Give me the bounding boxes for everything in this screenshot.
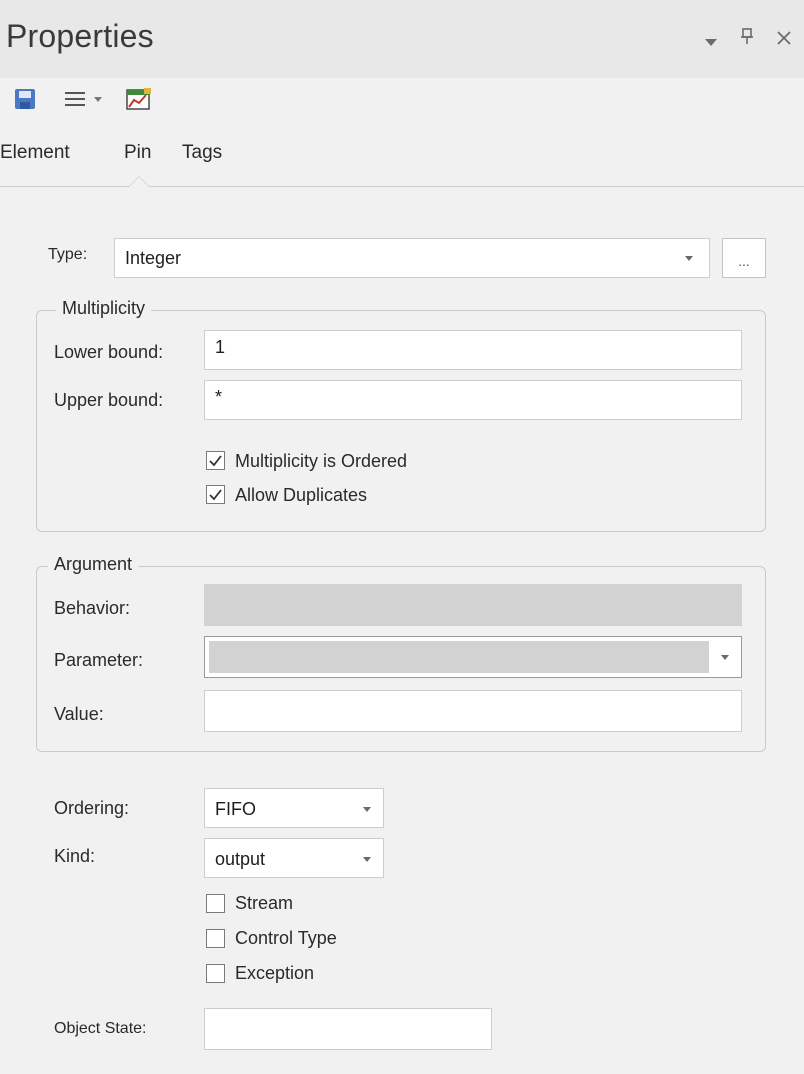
type-value: Integer	[125, 248, 182, 268]
kind-dropdown[interactable]: output	[204, 838, 384, 878]
close-icon	[777, 31, 791, 45]
chevron-down-icon	[94, 97, 102, 102]
type-dropdown[interactable]: Integer	[114, 238, 710, 278]
kind-label: Kind:	[54, 846, 96, 866]
pin-icon	[741, 28, 753, 44]
multiplicity-ordered-checkbox[interactable]	[206, 451, 225, 470]
chart-image-icon	[126, 88, 151, 110]
ordering-value: FIFO	[215, 799, 256, 819]
behavior-label: Behavior:	[54, 598, 131, 618]
options-menu-button[interactable]	[60, 86, 106, 112]
value-label: Value:	[54, 704, 104, 724]
kind-value: output	[215, 849, 266, 869]
pin-button[interactable]	[740, 27, 754, 51]
active-tab-indicator	[128, 176, 150, 187]
type-browse-button[interactable]: ...	[722, 238, 766, 278]
hamburger-menu-icon	[65, 92, 85, 106]
chevron-down-icon	[685, 256, 693, 261]
upper-bound-field[interactable]: *	[204, 380, 742, 420]
parameter-value	[209, 641, 709, 673]
exception-checkbox[interactable]	[206, 964, 225, 983]
chart-image-button[interactable]	[124, 86, 154, 112]
chevron-down-icon	[363, 857, 371, 862]
upper-bound-label: Upper bound:	[54, 390, 164, 410]
lower-bound-label: Lower bound:	[54, 342, 164, 362]
panel-menu-button[interactable]	[704, 30, 718, 53]
tab-pin[interactable]: Pin	[124, 142, 151, 164]
argument-legend: Argument	[48, 554, 139, 575]
toolbar	[0, 78, 804, 124]
save-icon	[15, 89, 35, 109]
value-field[interactable]	[204, 690, 742, 732]
control-type-label: Control Type	[235, 928, 337, 948]
chevron-down-icon	[721, 655, 729, 660]
stream-label: Stream	[235, 893, 294, 913]
allow-duplicates-label: Allow Duplicates	[235, 485, 368, 505]
chevron-down-icon	[363, 807, 371, 812]
tab-tags[interactable]: Tags	[182, 142, 222, 164]
tab-bar	[0, 124, 804, 187]
tab-element[interactable]: Element	[0, 142, 70, 164]
control-type-checkbox[interactable]	[206, 929, 225, 948]
save-button[interactable]	[12, 86, 38, 112]
dropdown-arrow-icon	[705, 39, 717, 46]
panel-title: Properties	[6, 18, 154, 54]
properties-panel: Properties Element Pin Tags Type: Intege…	[0, 0, 804, 1074]
ordering-dropdown[interactable]: FIFO	[204, 788, 384, 828]
parameter-dropdown[interactable]	[204, 636, 742, 678]
allow-duplicates-checkbox[interactable]	[206, 485, 225, 504]
object-state-label: Object State:	[54, 1020, 147, 1037]
lower-bound-field[interactable]: 1	[204, 330, 742, 370]
exception-label: Exception	[235, 963, 315, 983]
stream-checkbox[interactable]	[206, 894, 225, 913]
multiplicity-legend: Multiplicity	[56, 298, 152, 319]
ordering-label: Ordering:	[54, 798, 130, 818]
parameter-label: Parameter:	[54, 650, 144, 670]
close-button[interactable]	[776, 29, 792, 52]
behavior-field	[204, 584, 742, 626]
object-state-field[interactable]	[204, 1008, 492, 1050]
check-icon	[209, 489, 222, 501]
type-label: Type:	[48, 246, 88, 263]
multiplicity-ordered-label: Multiplicity is Ordered	[235, 451, 408, 471]
check-icon	[209, 455, 222, 467]
